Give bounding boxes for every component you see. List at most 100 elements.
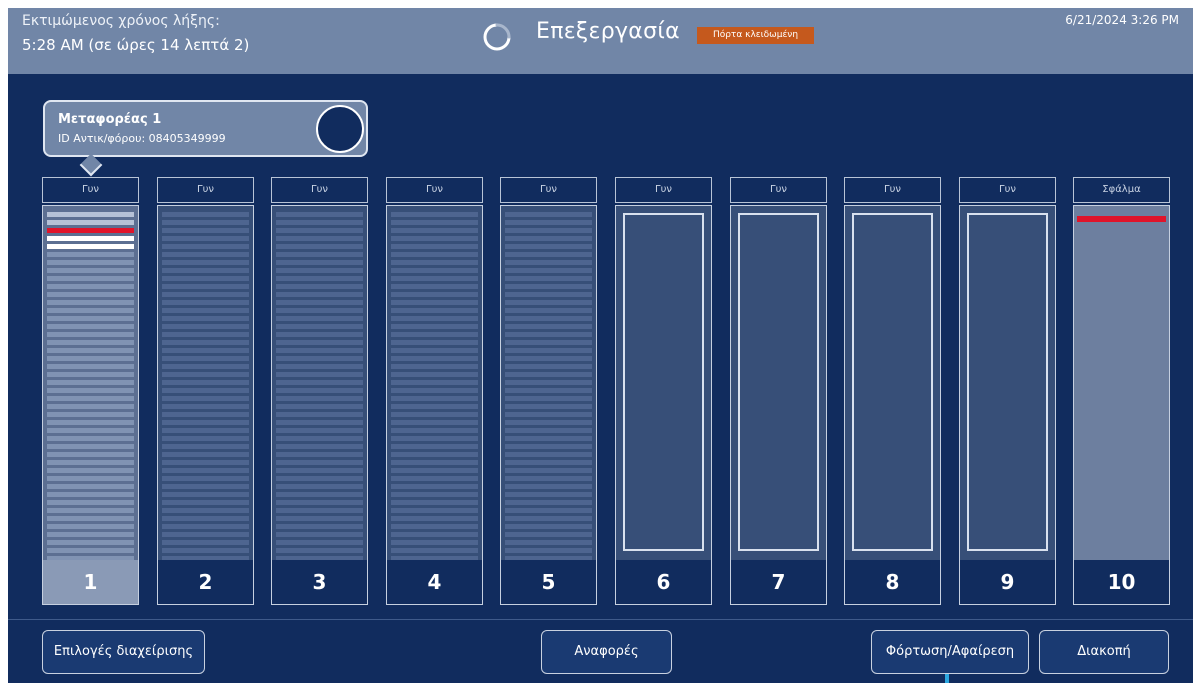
- slide-stripe: [47, 460, 134, 465]
- slide-stripe: [276, 428, 363, 433]
- slide-stripe: [47, 228, 134, 233]
- slot-body[interactable]: 7: [730, 205, 827, 605]
- slot-body[interactable]: 2: [157, 205, 254, 605]
- slot-body[interactable]: 6: [615, 205, 712, 605]
- status-header: Εκτιμώμενος χρόνος λήξης: 5:28 AM (σε ώρ…: [8, 8, 1193, 74]
- slide-stripe: [391, 420, 478, 425]
- slide-stripe: [47, 356, 134, 361]
- slide-stripe: [276, 284, 363, 289]
- app-window: Εκτιμώμενος χρόνος λήξης: 5:28 AM (σε ώρ…: [8, 8, 1193, 683]
- slide-stripe: [505, 516, 592, 521]
- slot-label: Σφάλμα: [1073, 177, 1170, 203]
- slot-number: 9: [960, 560, 1055, 604]
- slide-stripe: [276, 516, 363, 521]
- slide-stripe: [391, 340, 478, 345]
- slide-stripe: [391, 492, 478, 497]
- slide-stripe: [47, 420, 134, 425]
- slide-stripe: [47, 212, 134, 217]
- slide-stripe: [391, 380, 478, 385]
- slot-body[interactable]: 4: [386, 205, 483, 605]
- slide-stripe: [276, 340, 363, 345]
- slot-number: 3: [272, 560, 367, 604]
- slide-stripe: [391, 292, 478, 297]
- slot-7[interactable]: Γυν 7: [730, 177, 827, 605]
- slide-stripe: [276, 324, 363, 329]
- slide-stripe: [162, 316, 249, 321]
- slide-stripe: [162, 252, 249, 257]
- slot-label: Γυν: [42, 177, 139, 203]
- slide-stripe: [276, 452, 363, 457]
- slide-stripe: [391, 444, 478, 449]
- slide-stripe: [162, 340, 249, 345]
- slide-stripe: [276, 236, 363, 241]
- slide-stripe: [162, 356, 249, 361]
- slide-stripe: [162, 364, 249, 369]
- slide-stripe: [47, 484, 134, 489]
- slide-stripe: [505, 548, 592, 553]
- slide-stripe: [47, 380, 134, 385]
- slide-stripe: [276, 332, 363, 337]
- slide-stripe: [47, 348, 134, 353]
- slide-stripe: [276, 436, 363, 441]
- slide-stripe: [505, 420, 592, 425]
- slide-stripe: [276, 276, 363, 281]
- slide-stripe: [47, 548, 134, 553]
- carrier-id: ID Αντικ/φόρου: 08405349999: [58, 132, 226, 145]
- slide-stripe: [162, 380, 249, 385]
- slot-body[interactable]: 5: [500, 205, 597, 605]
- slot-label: Γυν: [844, 177, 941, 203]
- stop-button[interactable]: Διακοπή: [1039, 630, 1169, 674]
- tooltip-pointer: [79, 153, 103, 177]
- scroll-indicator: [945, 674, 949, 683]
- slide-stripe: [47, 340, 134, 345]
- slide-stripe: [47, 516, 134, 521]
- slot-10[interactable]: Σφάλμα 10: [1073, 177, 1170, 605]
- slide-stripe: [391, 332, 478, 337]
- slot-8[interactable]: Γυν 8: [844, 177, 941, 605]
- slide-stripe: [505, 340, 592, 345]
- slot-number: 4: [387, 560, 482, 604]
- slot-6[interactable]: Γυν 6: [615, 177, 712, 605]
- slide-stripe: [391, 484, 478, 489]
- slide-stripe: [162, 516, 249, 521]
- slot-body[interactable]: 9: [959, 205, 1056, 605]
- slide-stripe: [276, 412, 363, 417]
- slide-stripe: [391, 468, 478, 473]
- slot-4[interactable]: Γυν 4: [386, 177, 483, 605]
- slide-stripe: [505, 244, 592, 249]
- slide-stripe: [47, 396, 134, 401]
- reports-button[interactable]: Αναφορές: [541, 630, 672, 674]
- slot-9[interactable]: Γυν 9: [959, 177, 1056, 605]
- slide-stripe: [505, 260, 592, 265]
- slot-body[interactable]: 1: [42, 205, 139, 605]
- slot-body[interactable]: 3: [271, 205, 368, 605]
- slide-stripe: [505, 332, 592, 337]
- slide-stripe: [47, 468, 134, 473]
- load-unload-button[interactable]: Φόρτωση/Αφαίρεση: [871, 630, 1029, 674]
- slot-1[interactable]: Γυν 1: [42, 177, 139, 605]
- slot-5[interactable]: Γυν 5: [500, 177, 597, 605]
- slide-stripe: [162, 500, 249, 505]
- slide-stripe: [47, 276, 134, 281]
- slide-stripe: [505, 372, 592, 377]
- slide-stripe: [47, 332, 134, 337]
- slide-stripe: [162, 540, 249, 545]
- slide-stripe: [47, 292, 134, 297]
- slot-body[interactable]: 10: [1073, 205, 1170, 605]
- slot-number: 6: [616, 560, 711, 604]
- slide-stripe: [276, 300, 363, 305]
- slide-stripe: [505, 236, 592, 241]
- slide-stripe: [276, 348, 363, 353]
- slide-stripe: [47, 452, 134, 457]
- slot-number: 8: [845, 560, 940, 604]
- slide-stripe: [162, 492, 249, 497]
- slot-body[interactable]: 8: [844, 205, 941, 605]
- slide-stripe: [505, 428, 592, 433]
- slide-stripe: [391, 308, 478, 313]
- slide-stripe: [162, 220, 249, 225]
- slide-stripe: [47, 532, 134, 537]
- slot-2[interactable]: Γυν 2: [157, 177, 254, 605]
- slide-stripe: [276, 460, 363, 465]
- slot-3[interactable]: Γυν 3: [271, 177, 368, 605]
- admin-options-button[interactable]: Επιλογές διαχείρισης: [42, 630, 205, 674]
